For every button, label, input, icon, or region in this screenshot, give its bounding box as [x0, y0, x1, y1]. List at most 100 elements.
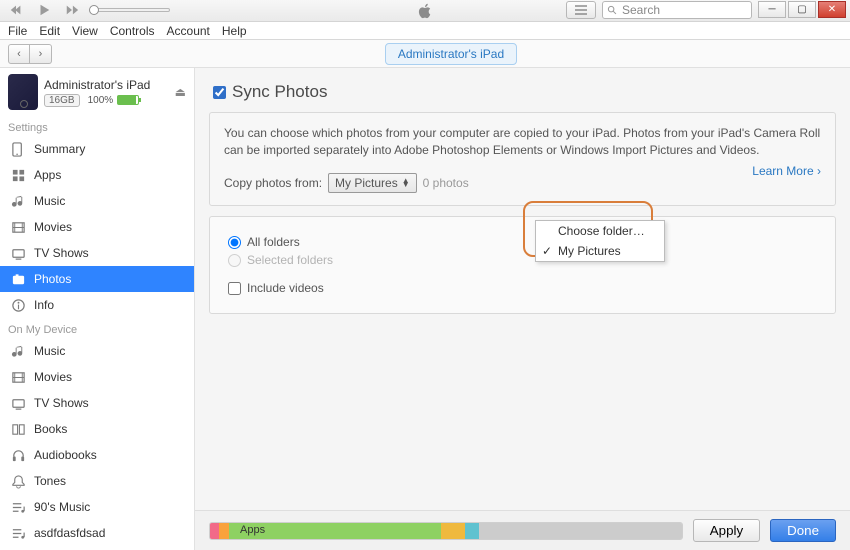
menu-help[interactable]: Help [222, 24, 247, 38]
sidebar-item-music[interactable]: Music [0, 188, 194, 214]
copy-from-select[interactable]: My Pictures ▲▼ [328, 173, 417, 194]
music-icon [10, 193, 26, 209]
sidebar-item-label: Photos [34, 272, 71, 286]
copy-from-label: Copy photos from: [224, 175, 322, 192]
sidebar-item-label: Audiobooks [34, 448, 97, 462]
include-videos-checkbox[interactable] [228, 282, 241, 295]
menu-account[interactable]: Account [167, 24, 210, 38]
sidebar-item-tv-shows[interactable]: TV Shows [0, 240, 194, 266]
battery-icon [117, 95, 139, 105]
select-arrows-icon: ▲▼ [402, 179, 410, 187]
device-breadcrumb[interactable]: Administrator's iPad [385, 43, 517, 65]
done-button[interactable]: Done [770, 519, 836, 542]
content-panel: Sync Photos You can choose which photos … [195, 68, 850, 550]
sidebar-item-label: Books [34, 422, 67, 436]
next-button[interactable] [62, 1, 82, 19]
sidebar-item-asdfdasfdsad[interactable]: asdfdasfdsad [0, 520, 194, 546]
movies-icon [10, 369, 26, 385]
sidebar-item-label: asdfdasfdsad [34, 526, 105, 540]
menu-edit[interactable]: Edit [39, 24, 60, 38]
eject-button[interactable]: ⏏ [175, 85, 186, 99]
panel-description: You can choose which photos from your co… [224, 125, 821, 159]
sidebar-item-label: 90's Music [34, 500, 90, 514]
audiobooks-icon [10, 447, 26, 463]
search-icon [607, 5, 618, 16]
back-button[interactable]: ‹ [8, 44, 30, 64]
books-icon [10, 421, 26, 437]
playback-controls [6, 1, 170, 19]
usage-segment [210, 523, 219, 539]
sidebar-item-tv-shows[interactable]: TV Shows [0, 390, 194, 416]
sidebar-item-summary[interactable]: Summary [0, 136, 194, 162]
forward-button[interactable]: › [30, 44, 52, 64]
sidebar-item-info[interactable]: Info [0, 292, 194, 318]
usage-segment [479, 523, 682, 539]
ipad-icon [8, 74, 38, 110]
sidebar-section-title: Settings [0, 116, 194, 136]
sidebar-item-tones[interactable]: Tones [0, 468, 194, 494]
copy-from-dropdown: Choose folder… My Pictures [535, 220, 665, 262]
sidebar-item-label: TV Shows [34, 396, 89, 410]
menu-file[interactable]: File [8, 24, 27, 38]
photos-icon [10, 271, 26, 287]
usage-segment [219, 523, 228, 539]
info-icon [10, 297, 26, 313]
sidebar-item-label: Movies [34, 370, 72, 384]
sidebar-item-label: Music [34, 194, 65, 208]
photo-count: 0 photos [423, 175, 469, 192]
menubar: File Edit View Controls Account Help [0, 22, 850, 40]
sidebar-item-new-playlist[interactable]: New Playlist [0, 546, 194, 550]
list-view-button[interactable] [566, 1, 596, 19]
sidebar-item-label: Music [34, 344, 65, 358]
menu-view[interactable]: View [72, 24, 98, 38]
radio-all-input[interactable] [228, 236, 241, 249]
sidebar-item-audiobooks[interactable]: Audiobooks [0, 442, 194, 468]
sidebar-item-apps[interactable]: Apps [0, 162, 194, 188]
sidebar-item-books[interactable]: Books [0, 416, 194, 442]
play-button[interactable] [34, 1, 54, 19]
close-button[interactable]: ✕ [818, 1, 846, 18]
usage-segment [441, 523, 465, 539]
include-videos-label: Include videos [247, 281, 324, 295]
sidebar: Administrator's iPad 16GB 100% ⏏ Setting… [0, 68, 195, 550]
sidebar-item-photos[interactable]: Photos [0, 266, 194, 292]
sidebar-item-label: Tones [34, 474, 66, 488]
sidebar-item-label: Info [34, 298, 54, 312]
learn-more-link[interactable]: Learn More [752, 163, 821, 180]
battery-pct: 100% [88, 95, 114, 106]
prev-button[interactable] [6, 1, 26, 19]
maximize-button[interactable]: ▢ [788, 1, 816, 18]
apple-logo-icon [416, 2, 434, 20]
tvshows-icon [10, 245, 26, 261]
summary-icon [10, 141, 26, 157]
radio-selected-folders: Selected folders [228, 253, 817, 267]
minimize-button[interactable]: ─ [758, 1, 786, 18]
dropdown-my-pictures[interactable]: My Pictures [536, 241, 664, 261]
usage-segment [465, 523, 479, 539]
search-input[interactable]: Search [602, 1, 752, 19]
sidebar-item-label: Summary [34, 142, 85, 156]
sidebar-item-label: Movies [34, 220, 72, 234]
tones-icon [10, 473, 26, 489]
radio-selected-label: Selected folders [247, 253, 333, 267]
volume-slider[interactable] [90, 8, 170, 12]
usage-label: Apps [240, 524, 265, 536]
apply-button[interactable]: Apply [693, 519, 760, 542]
sync-photos-checkbox[interactable] [213, 86, 226, 99]
sidebar-item-music[interactable]: Music [0, 338, 194, 364]
tvshows-icon [10, 395, 26, 411]
menu-controls[interactable]: Controls [110, 24, 155, 38]
panel-title: Sync Photos [232, 82, 327, 102]
include-videos-row[interactable]: Include videos [228, 281, 817, 295]
radio-all-label: All folders [247, 235, 300, 249]
sidebar-item-90-s-music[interactable]: 90's Music [0, 494, 194, 520]
dropdown-choose-folder[interactable]: Choose folder… [536, 221, 664, 241]
sidebar-item-movies[interactable]: Movies [0, 364, 194, 390]
sidebar-item-movies[interactable]: Movies [0, 214, 194, 240]
bottom-bar: Apps Apply Done [195, 510, 850, 550]
sidebar-item-label: TV Shows [34, 246, 89, 260]
sidebar-item-label: Apps [34, 168, 61, 182]
playlist-icon [10, 525, 26, 541]
device-header[interactable]: Administrator's iPad 16GB 100% ⏏ [0, 68, 194, 116]
movies-icon [10, 219, 26, 235]
